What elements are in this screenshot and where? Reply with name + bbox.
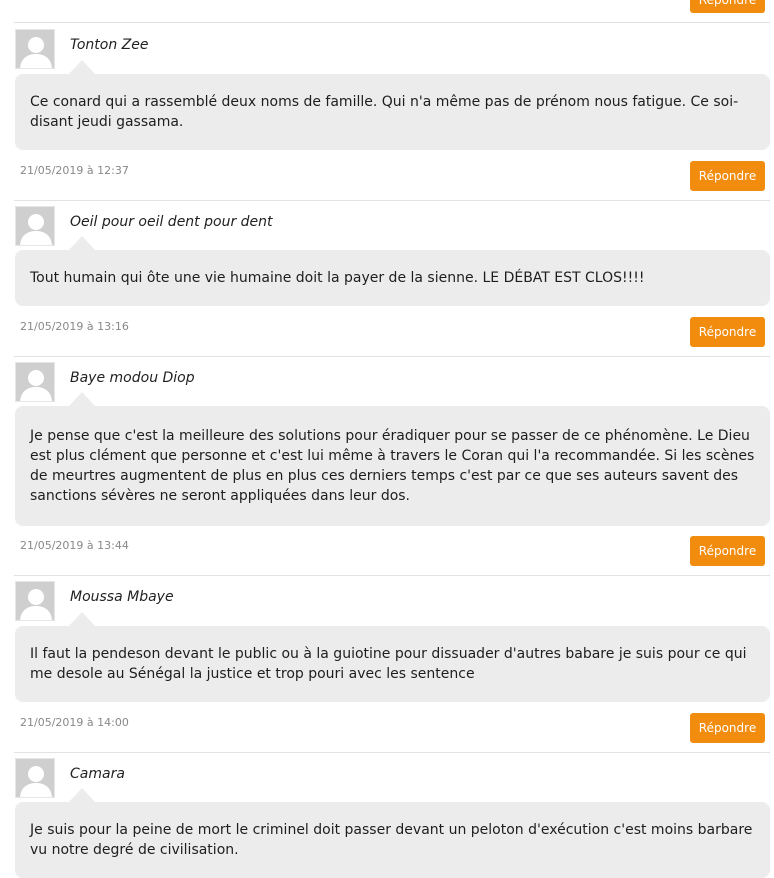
comment-date: 21/05/2019 à 12:37 bbox=[20, 164, 129, 177]
comment-date: 21/05/2019 à 13:44 bbox=[20, 539, 129, 552]
comment-body: Je pense que c'est la meilleure des solu… bbox=[15, 392, 770, 526]
reply-button[interactable]: Répondre bbox=[690, 317, 765, 347]
avatar-placeholder-icon bbox=[15, 581, 55, 621]
comment-body: Tout humain qui ôte une vie humaine doit… bbox=[15, 236, 770, 306]
comment-body: Ce conard qui a rassemblé deux noms de f… bbox=[15, 60, 770, 150]
divider bbox=[14, 575, 770, 576]
comment-author: Camara bbox=[70, 766, 125, 782]
divider bbox=[14, 200, 770, 201]
avatar-placeholder-icon bbox=[15, 206, 55, 246]
avatar-placeholder-icon bbox=[15, 29, 55, 69]
comment-text: Je suis pour la peine de mort le crimine… bbox=[30, 822, 753, 858]
comment-text: Je pense que c'est la meilleure des solu… bbox=[30, 428, 755, 504]
comment-text: Il faut la pendeson devant le public ou … bbox=[30, 646, 747, 682]
comment-body: Je suis pour la peine de mort le crimine… bbox=[15, 788, 770, 878]
avatar-placeholder-icon bbox=[15, 362, 55, 402]
reply-button[interactable]: Répondre bbox=[690, 536, 765, 566]
reply-button[interactable]: Répondre bbox=[690, 161, 765, 191]
comment-author: Tonton Zee bbox=[70, 37, 149, 53]
divider bbox=[14, 356, 770, 357]
comment-author: Oeil pour oeil dent pour dent bbox=[70, 214, 273, 230]
divider bbox=[14, 752, 770, 753]
comment-text: Tout humain qui ôte une vie humaine doit… bbox=[30, 270, 645, 286]
comment-text: Ce conard qui a rassemblé deux noms de f… bbox=[30, 94, 739, 130]
comment-date: 21/05/2019 à 13:16 bbox=[20, 320, 129, 333]
comment-date: 21/05/2019 à 14:00 bbox=[20, 716, 129, 729]
reply-button[interactable]: Répondre bbox=[690, 713, 765, 743]
comment-body: Il faut la pendeson devant le public ou … bbox=[15, 612, 770, 702]
avatar-placeholder-icon bbox=[15, 758, 55, 798]
reply-button-previous[interactable]: Répondre bbox=[690, 0, 765, 13]
comment-author: Moussa Mbaye bbox=[70, 589, 174, 605]
comment-author: Baye modou Diop bbox=[70, 370, 195, 386]
divider bbox=[14, 22, 770, 23]
